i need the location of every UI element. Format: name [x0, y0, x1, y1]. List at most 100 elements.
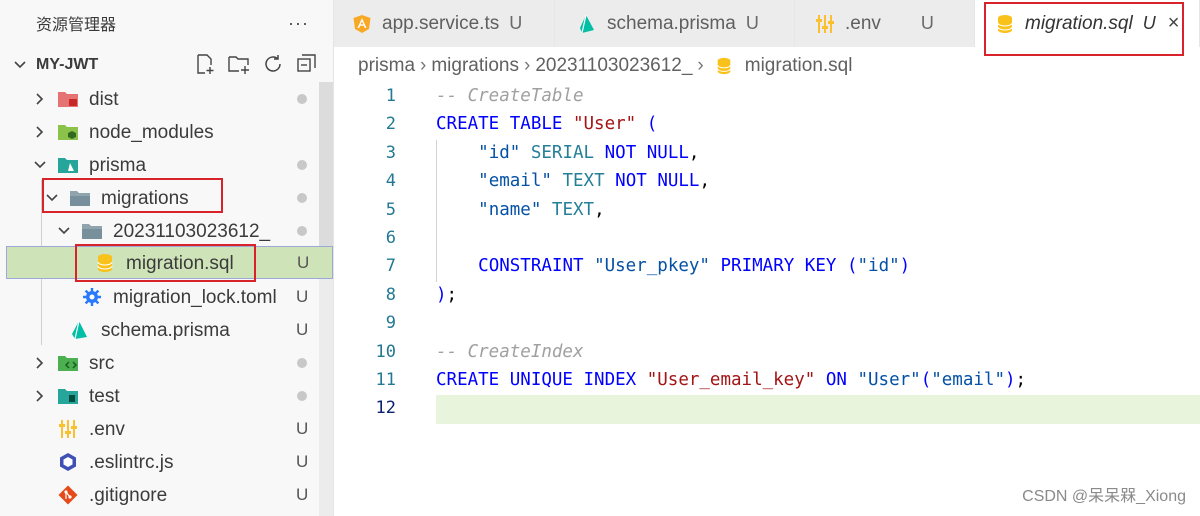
- prisma-icon: [72, 320, 87, 340]
- tab-env[interactable]: .env U: [795, 0, 975, 47]
- tree-item-env[interactable]: .env U: [0, 412, 320, 445]
- breadcrumb-separator: ›: [420, 55, 427, 76]
- code-token: SERIAL: [530, 142, 595, 163]
- collapse-all-icon[interactable]: [295, 52, 319, 76]
- code-line[interactable]: 4 "email" TEXT NOT NULL,: [334, 168, 1200, 196]
- tree-item-migrations[interactable]: migrations: [0, 181, 320, 214]
- explorer-header: 资源管理器 ···: [0, 0, 333, 46]
- angular-icon: [353, 14, 371, 33]
- tab-status-badge: U: [509, 13, 523, 33]
- tree-item-migration-lock[interactable]: migration_lock.toml U: [0, 280, 320, 313]
- code-line[interactable]: 1 -- CreateTable: [334, 83, 1200, 111]
- tree-item-src[interactable]: src: [0, 346, 320, 379]
- line-number: 2: [385, 114, 396, 135]
- folder-dist-icon: [58, 92, 78, 107]
- code-token: ;: [1015, 370, 1027, 390]
- tree-item-migration-folder[interactable]: 20231103023612_: [0, 214, 320, 247]
- status-dot: [297, 160, 307, 170]
- status-dot: [297, 193, 307, 203]
- folder-icon: [82, 224, 102, 239]
- code-token: CONSTRAINT: [478, 256, 584, 277]
- code-token: "name": [478, 199, 542, 220]
- line-number: 1: [385, 86, 396, 106]
- code-token: (: [846, 256, 858, 277]
- status-dot: [297, 391, 307, 401]
- close-icon[interactable]: ×: [1168, 12, 1180, 35]
- tree-item-schema-prisma[interactable]: schema.prisma U: [0, 313, 320, 346]
- status-badge: U: [296, 320, 309, 339]
- editor-tab-bar: app.service.ts U schema.prisma U .env U …: [334, 0, 1200, 47]
- tree-item-label: .env: [89, 419, 125, 440]
- tree-item-gitignore[interactable]: .gitignore U: [0, 478, 320, 511]
- folder-icon: [70, 191, 90, 206]
- code-token: ): [436, 284, 447, 305]
- code-line[interactable]: 7 CONSTRAINT "User_pkey" PRIMARY KEY ("i…: [334, 253, 1200, 281]
- tab-migration-sql[interactable]: migration.sql U ×: [975, 0, 1200, 47]
- more-actions-button[interactable]: ···: [288, 13, 309, 34]
- breadcrumb-item[interactable]: prisma: [358, 55, 415, 77]
- tree-item-node-modules[interactable]: node_modules: [0, 115, 320, 148]
- code-token: NOT NULL: [615, 171, 700, 192]
- tab-schema-prisma[interactable]: schema.prisma U: [555, 0, 795, 47]
- chevron-right-icon: [36, 126, 44, 138]
- tree-item-label: .gitignore: [89, 485, 168, 506]
- status-badge: U: [296, 485, 309, 504]
- code-line[interactable]: 10 -- CreateIndex: [334, 339, 1200, 367]
- new-file-icon[interactable]: [193, 52, 217, 76]
- code-token: ,: [594, 199, 605, 220]
- code-token: "email": [478, 171, 552, 192]
- code-editor[interactable]: 1 -- CreateTable 2 CREATE TABLE "User" (3 "…: [334, 82, 1200, 516]
- tree-item-prisma[interactable]: prisma: [0, 148, 320, 181]
- tree-item-label: src: [89, 353, 115, 374]
- tab-label: .env: [845, 12, 881, 34]
- code-token: ;: [446, 284, 458, 305]
- code-token: ,: [688, 142, 700, 163]
- gear-icon: [83, 288, 101, 306]
- code-line[interactable]: 12: [334, 395, 1200, 424]
- code-text: CONSTRAINT "User_pkey" PRIMARY KEY ("id"…: [436, 256, 910, 276]
- explorer-title: 资源管理器: [36, 17, 117, 34]
- code-line[interactable]: 3 "id" SERIAL NOT NULL,: [334, 140, 1200, 168]
- code-token: (: [920, 370, 932, 390]
- breadcrumb-item[interactable]: 20231103023612_: [535, 55, 692, 77]
- settings-sliders-icon: [816, 14, 834, 33]
- chevron-down-icon: [14, 61, 26, 69]
- tab-label: schema.prisma: [607, 12, 736, 34]
- code-text: );: [436, 285, 457, 305]
- breadcrumb-item[interactable]: migrations: [431, 55, 519, 77]
- folder-prisma-icon: [58, 158, 78, 173]
- code-token: "User_pkey": [594, 256, 710, 277]
- code-token: "email": [931, 370, 1005, 390]
- tree-item-label: 20231103023612_: [113, 221, 271, 242]
- tree-item-test[interactable]: test: [0, 379, 320, 412]
- tab-label: app.service.ts: [382, 12, 500, 34]
- tree-item-eslintrc[interactable]: .eslintrc.js U: [0, 445, 320, 478]
- prisma-icon: [580, 14, 594, 33]
- new-folder-icon[interactable]: [227, 52, 251, 76]
- tree-item-dist[interactable]: dist: [0, 82, 320, 115]
- breadcrumb-item[interactable]: migration.sql: [745, 55, 853, 77]
- line-number: 7: [385, 256, 396, 277]
- code-line[interactable]: 2 CREATE TABLE "User" (: [334, 111, 1200, 139]
- tab-app-service-ts[interactable]: app.service.ts U: [334, 0, 555, 47]
- tree-item-migration-sql[interactable]: migration.sql U: [6, 246, 333, 279]
- line-number: 11: [375, 370, 396, 390]
- database-icon: [97, 254, 113, 272]
- refresh-icon[interactable]: [261, 52, 285, 76]
- sidebar-scrollbar-thumb[interactable]: [319, 82, 333, 250]
- code-line[interactable]: 11 CREATE UNIQUE INDEX "User_email_key" O…: [334, 367, 1200, 395]
- code-line[interactable]: 6: [334, 225, 1200, 253]
- code-text: -- CreateTable: [436, 86, 584, 106]
- code-token: NOT NULL: [604, 142, 689, 163]
- git-icon: [58, 485, 78, 505]
- code-line[interactable]: 5 "name" TEXT,: [334, 197, 1200, 225]
- code-line[interactable]: 9: [334, 310, 1200, 338]
- explorer-sidebar: 资源管理器 ··· MY-JWT dist node_modules prism…: [0, 0, 334, 516]
- code-line[interactable]: 8);: [334, 282, 1200, 310]
